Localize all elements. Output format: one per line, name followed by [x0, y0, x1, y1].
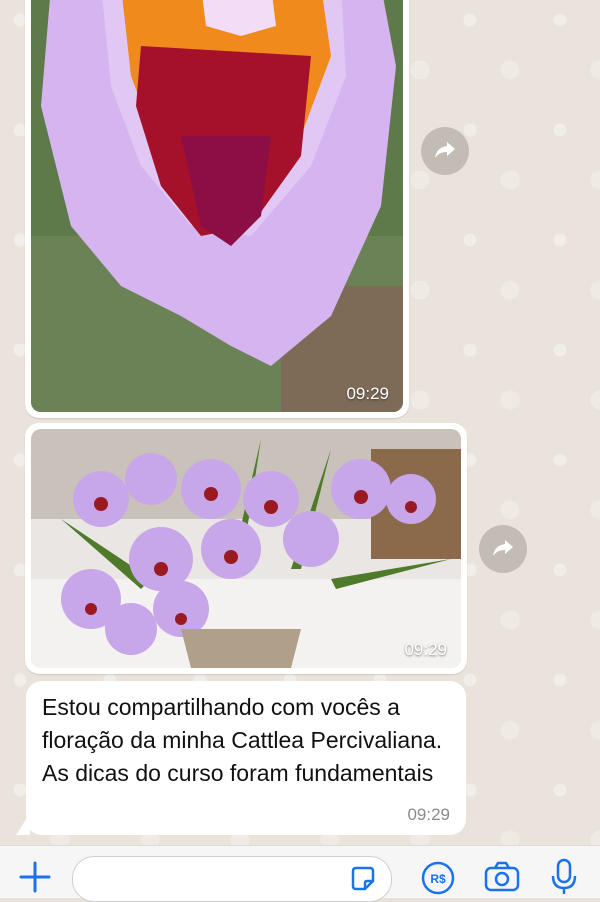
forward-icon: [433, 137, 457, 166]
message-input[interactable]: [72, 856, 392, 902]
orchid-closeup-photo[interactable]: 09:29: [31, 0, 403, 412]
text-message[interactable]: Estou compartilhando com vocês a floraçã…: [26, 681, 466, 835]
message-text: Estou compartilhando com vocês a floraçã…: [42, 694, 443, 786]
forward-icon: [491, 535, 515, 564]
message-time: 09:29: [346, 384, 389, 403]
forward-button[interactable]: [421, 127, 469, 175]
camera-icon[interactable]: [483, 860, 521, 894]
svg-text:R$: R$: [430, 872, 446, 886]
sticker-icon[interactable]: [349, 865, 377, 893]
plus-icon[interactable]: [18, 860, 52, 894]
payment-icon[interactable]: R$: [420, 860, 456, 896]
message-time: 09:29: [407, 805, 450, 824]
microphone-icon[interactable]: [548, 858, 580, 896]
message-time: 09:29: [404, 640, 447, 659]
forward-button[interactable]: [479, 525, 527, 573]
image-message-2[interactable]: 09:29: [25, 423, 467, 674]
message-input-bar: R$: [0, 845, 600, 902]
orchid-bouquet-photo[interactable]: 09:29: [31, 429, 461, 668]
image-message-1[interactable]: 09:29: [25, 0, 409, 418]
